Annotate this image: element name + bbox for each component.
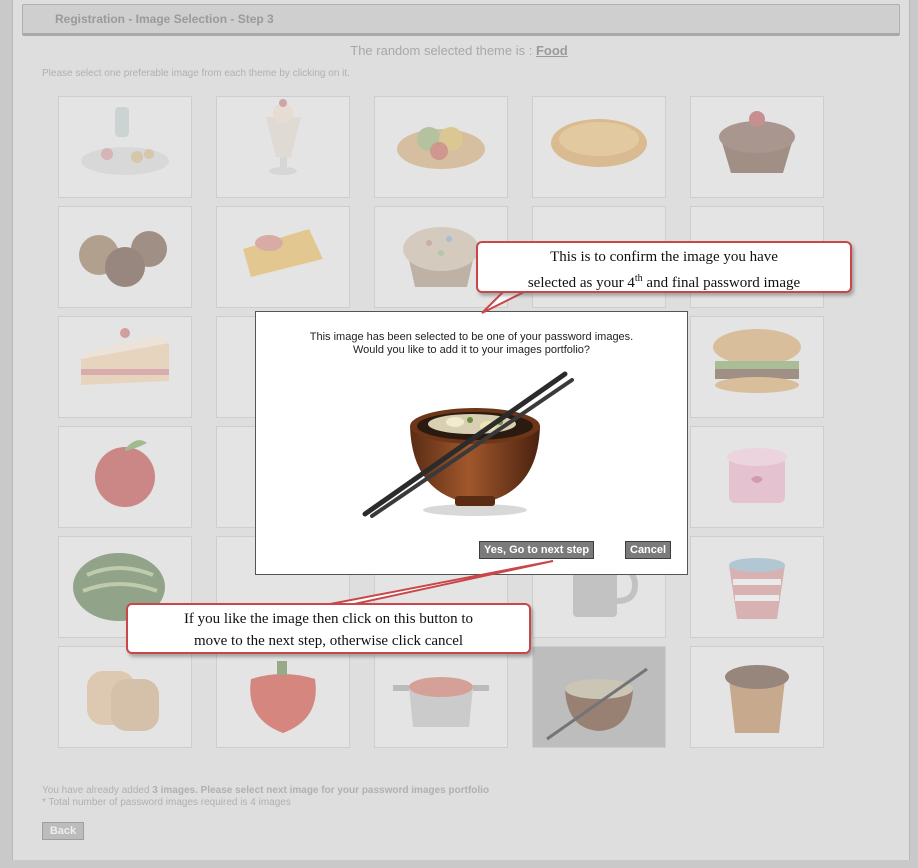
confirm-callout-line2: selected as your 4th and final password … [527,273,801,291]
bottom-callout-pointer [319,560,554,607]
button-callout: If you like the image then click on this… [126,603,531,654]
confirm-callout-line1: This is to confirm the image you have [550,249,778,265]
button-callout-line1: If you like the image then click on this… [183,611,474,627]
callout-pointers [319,289,554,607]
button-callout-line2: move to the next step, otherwise click c… [193,633,464,649]
confirm-callout: This is to confirm the image you have se… [476,241,852,293]
